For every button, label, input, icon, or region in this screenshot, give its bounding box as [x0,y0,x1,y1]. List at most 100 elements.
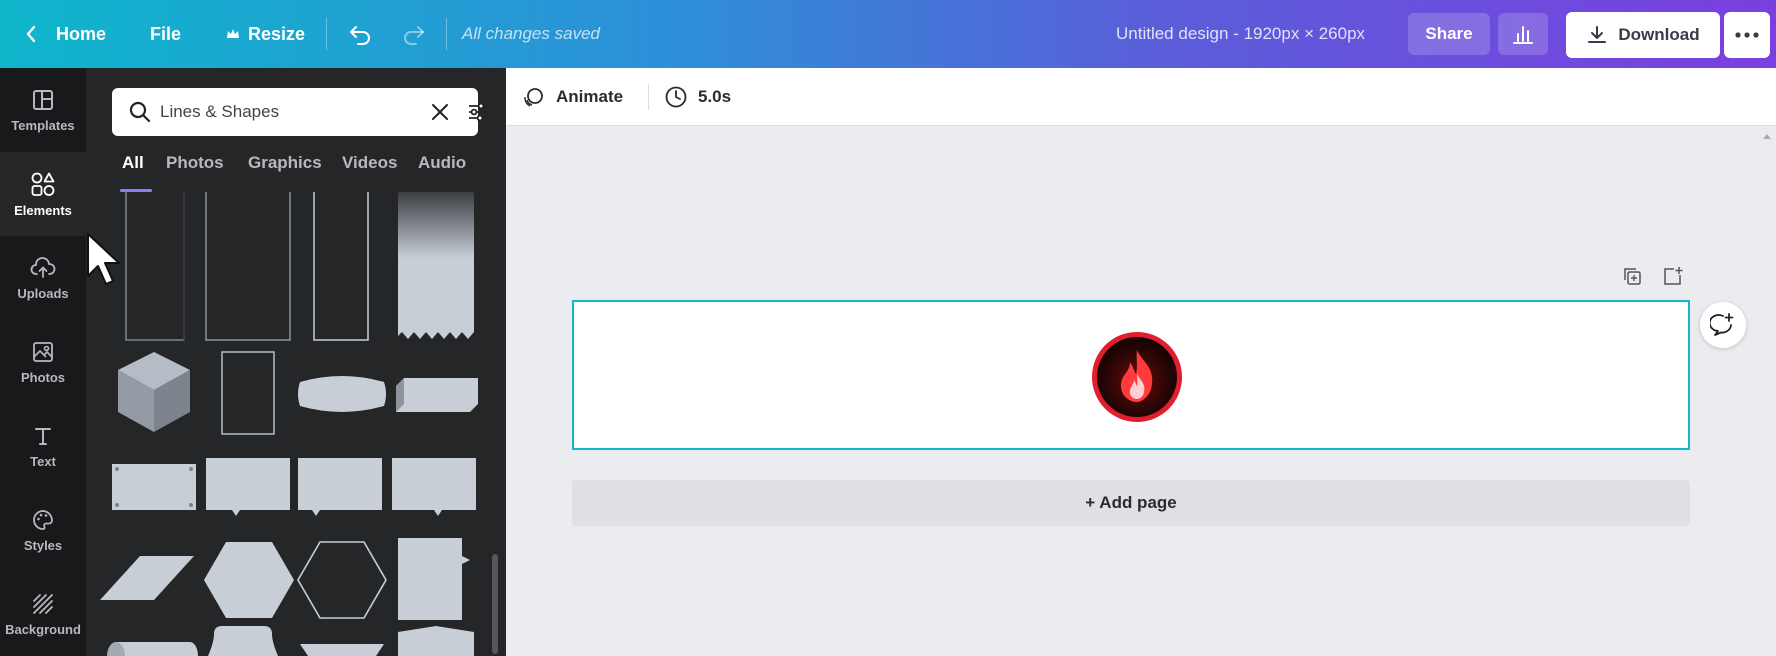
redo-button[interactable] [402,0,426,68]
tab-photos[interactable]: Photos [166,148,224,192]
hatch-icon [33,593,53,614]
search-input[interactable] [160,96,400,128]
flame-logo[interactable] [1090,330,1184,424]
bar-chart-icon [1513,26,1533,44]
file-menu-button[interactable]: File [150,0,181,68]
ticket-shape[interactable] [398,192,474,339]
parallelogram-shape[interactable] [100,556,194,600]
resize-button[interactable]: Resize [226,0,305,68]
download-label: Download [1618,25,1700,44]
top-bar: Home File Resize All changes saved Untit… [0,0,1776,68]
rectangle-outline-shape[interactable] [221,351,275,435]
rail-label-styles: Styles [23,537,63,553]
rail-label-text: Text [30,453,56,469]
tab-audio[interactable]: Audio [418,148,466,192]
divider [326,18,327,50]
animate-label: Animate [556,87,624,106]
tab-videos[interactable]: Videos [342,148,397,192]
crown-icon [227,29,239,38]
frame-shape[interactable] [313,192,369,341]
scroll-up-arrow-icon[interactable] [1762,132,1772,140]
speech-box-shape[interactable] [206,458,290,516]
cube-shape[interactable] [118,352,190,432]
templates-icon [33,89,53,110]
clock-icon [665,86,687,108]
add-comment-button[interactable] [1700,302,1746,348]
share-button[interactable]: Share [1408,13,1490,55]
add-page-button[interactable]: + Add page [572,480,1690,526]
cloud-upload-icon [30,256,56,278]
tab-all[interactable]: All [120,148,152,192]
share-label: Share [1425,24,1473,43]
duplicate-icon [1624,268,1641,285]
rail-label-uploads: Uploads [17,285,69,301]
undo-button[interactable] [348,0,372,68]
rail-label-elements: Elements [14,202,72,218]
search-box [112,88,487,136]
elements-panel: All Photos Graphics Videos Audio [86,68,506,656]
rail-item-templates[interactable]: Templates [0,68,86,152]
duration-label: 5.0s [698,87,732,106]
palette-icon [33,509,53,530]
rail-label-background: Background [5,621,81,637]
rail-item-photos[interactable]: Photos [0,320,86,404]
rail-item-uploads[interactable]: Uploads [0,236,86,320]
rail-item-styles[interactable]: Styles [0,488,86,572]
frame-shape[interactable] [125,192,185,342]
home-label: Home [56,23,107,44]
panel-scrollbar[interactable] [492,554,498,654]
shield-banner-shape[interactable] [398,626,474,656]
badge-shape[interactable] [208,626,278,656]
add-page-icon-button[interactable] [1662,266,1684,291]
insights-button[interactable] [1498,13,1548,55]
rail-item-background[interactable]: Background [0,572,86,656]
ribbon-shape[interactable] [300,644,384,656]
save-status: All changes saved [462,24,600,43]
text-icon [35,427,51,445]
shapes-grid [86,192,506,656]
divider [648,84,649,110]
chevron-left-icon [26,25,36,43]
tab-graphics[interactable]: Graphics [248,148,322,192]
box-3d-shape[interactable] [396,378,478,412]
duration-button[interactable]: 5.0s [664,68,731,126]
lens-shape[interactable] [298,376,386,412]
divider [446,18,447,50]
home-button[interactable]: Home [24,0,106,68]
more-dots-icon [1735,32,1759,38]
hexagon-shape[interactable] [204,542,294,618]
frame-shape[interactable] [205,192,291,341]
comment-add-icon [1710,313,1734,336]
tag-rectangle-shape[interactable] [398,538,470,620]
download-icon [1588,26,1607,43]
speech-box-shape[interactable] [392,458,476,516]
rail-label-photos: Photos [20,369,66,385]
image-icon [33,341,53,362]
resize-label: Resize [248,23,306,44]
search-icon [129,101,151,123]
filter-icon[interactable] [466,100,490,124]
design-page[interactable] [572,300,1690,450]
editor-toolbar: Animate 5.0s [506,68,1776,126]
duplicate-page-button[interactable] [1622,266,1642,291]
undo-icon [350,26,370,45]
rail-item-text[interactable]: Text [0,404,86,488]
speech-box-shape[interactable] [298,458,382,516]
add-page-icon [1664,267,1683,285]
rail-item-elements[interactable]: Elements [0,152,86,236]
editor-app: Home File Resize All changes saved Untit… [0,0,1776,656]
clear-icon[interactable] [430,102,450,122]
plaque-shape[interactable] [112,464,196,510]
download-button[interactable]: Download [1566,12,1720,58]
animate-button[interactable]: Animate [522,68,623,126]
cylinder-shape[interactable] [107,642,198,656]
elements-icon [31,172,55,196]
left-rail: Templates Elements Uploads Photos Text S… [0,68,86,656]
more-options-button[interactable] [1724,12,1770,58]
shapes-grid-graphics [100,192,478,656]
mouse-cursor-icon [87,233,120,285]
redo-icon [404,26,424,45]
hexagon-outline-shape[interactable] [297,541,387,619]
file-label: File [150,23,182,44]
document-title[interactable]: Untitled design - 1920px × 260px [1116,0,1365,68]
